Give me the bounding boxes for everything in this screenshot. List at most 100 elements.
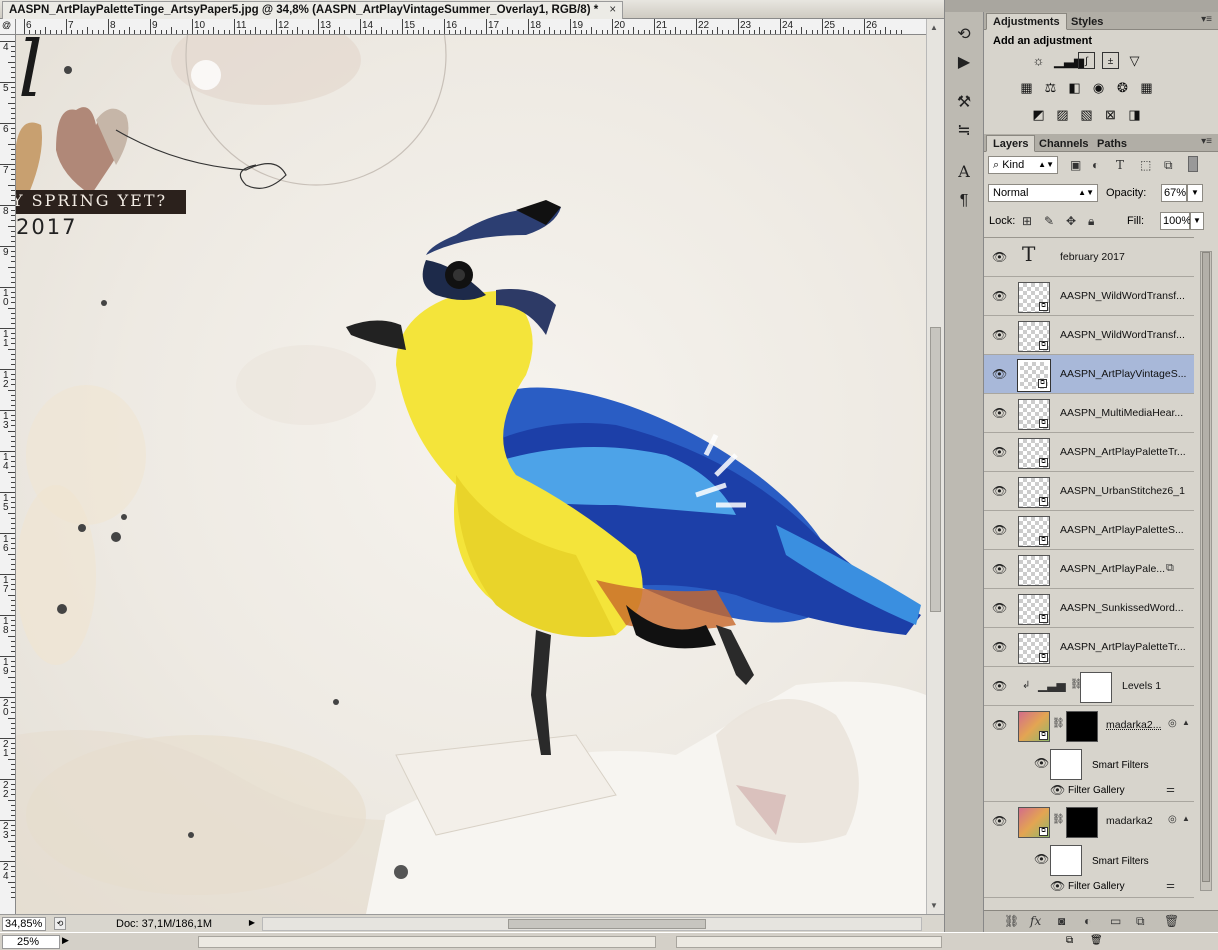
lock-position-icon[interactable]: ✥	[1066, 214, 1076, 228]
eye-icon[interactable]: 👁︎	[992, 484, 1007, 498]
layer-row[interactable]: 👁︎ ⧉ ⛓ madarka2 ◎ ▲ 👁︎ Smart Filters 👁︎ …	[984, 802, 1194, 898]
horizontal-ruler[interactable]: 6 7 8 9 10 11 12 13 14 15 16 17 18 19 20 21 22 23 24 25 26	[16, 19, 926, 35]
eye-icon[interactable]: 👁︎	[1034, 852, 1049, 866]
scroll-down-icon[interactable]: ▼	[930, 901, 938, 910]
eye-icon[interactable]: 👁︎	[992, 289, 1007, 303]
channel-mixer-icon[interactable]: ❂	[1114, 79, 1131, 96]
navigator-zoom-field[interactable]: 25%	[2, 935, 60, 949]
layers-scroll-track[interactable]	[1200, 251, 1212, 891]
opacity-dropdown-icon[interactable]: ▼	[1187, 184, 1203, 202]
invert-icon[interactable]: ◩	[1030, 106, 1047, 123]
eye-icon[interactable]: 👁︎	[992, 367, 1007, 381]
new-group-icon[interactable]: ▭	[1110, 914, 1121, 928]
layer-row[interactable]: 👁︎ ↲ ▁▃▅ ⛓ Levels 1	[984, 667, 1194, 706]
layer-row[interactable]: 👁︎ ⧉ AASPN_SunkissedWord...	[984, 589, 1194, 628]
navigator-slider[interactable]	[198, 936, 656, 948]
eye-icon[interactable]: 👁︎	[992, 601, 1007, 615]
levels-icon[interactable]: ▁▃▅	[1054, 52, 1084, 69]
history-icon[interactable]: ⟲	[953, 24, 975, 46]
curves-icon[interactable]: ∫	[1078, 52, 1095, 69]
brightness-icon[interactable]: ☼	[1030, 52, 1047, 69]
layers-scroll-thumb[interactable]	[1202, 252, 1210, 882]
brush-presets-icon[interactable]: ≒	[953, 120, 975, 142]
layer-row[interactable]: 👁︎ T february 2017	[984, 238, 1194, 277]
color-balance-icon[interactable]: ⚖	[1042, 79, 1059, 96]
doc-size-readout[interactable]: Doc: 37,1M/186,1M	[116, 917, 212, 931]
layer-row[interactable]: 👁︎ ⧉ AASPN_UrbanStitchez6_1	[984, 472, 1194, 511]
layer-row[interactable]: 👁︎ ⧉ AASPN_ArtPlayPaletteS...	[984, 511, 1194, 550]
strip-grip[interactable]	[945, 0, 985, 12]
new-document-icon[interactable]: ⧉	[1066, 935, 1073, 946]
eye-icon[interactable]: 👁︎	[1050, 879, 1065, 893]
eye-icon[interactable]: 👁︎	[992, 640, 1007, 654]
layers-menu-icon[interactable]: ▾≡	[1201, 136, 1212, 147]
vertical-scroll-thumb[interactable]	[930, 327, 941, 612]
actions-play-icon[interactable]: ▶	[953, 52, 975, 74]
eye-icon[interactable]: 👁︎	[992, 406, 1007, 420]
trash-icon[interactable]: 🗑︎	[1164, 914, 1179, 928]
eye-icon[interactable]: 👁︎	[992, 250, 1007, 264]
lock-transparent-icon[interactable]: ⊞	[1022, 214, 1032, 228]
layer-filter-kind[interactable]: ⌕ Kind ▲▼	[988, 156, 1058, 174]
new-adjustment-icon[interactable]: ◐	[1084, 914, 1091, 928]
eye-icon[interactable]: 👁︎	[992, 718, 1007, 732]
tab-styles[interactable]: Styles	[1064, 13, 1110, 30]
scroll-up-icon[interactable]: ▲	[930, 23, 938, 32]
horizontal-scroll-thumb[interactable]	[508, 919, 706, 929]
eye-icon[interactable]: 👁︎	[992, 445, 1007, 459]
filter-toggle[interactable]	[1188, 156, 1198, 172]
tab-adjustments[interactable]: Adjustments	[986, 13, 1067, 30]
layers-scrollbar[interactable]	[1194, 237, 1218, 908]
collapse-arrow-icon[interactable]: ▲	[1182, 718, 1190, 727]
paragraph-icon[interactable]: ¶	[953, 190, 975, 212]
filter-options-icon[interactable]: ⚌	[1166, 784, 1175, 795]
vertical-scrollbar[interactable]: ▲ ▼	[926, 19, 944, 914]
lock-all-icon[interactable]: 🔒︎	[1088, 214, 1094, 229]
opacity-input[interactable]: 67%	[1161, 184, 1187, 202]
tab-layers[interactable]: Layers	[986, 135, 1036, 152]
filter-options-icon[interactable]: ⚌	[1166, 880, 1175, 891]
layer-row[interactable]: 👁︎ ⧉ AASPN_ArtPlayPaletteTr...	[984, 628, 1194, 667]
selective-color-icon[interactable]: ⊠	[1102, 106, 1119, 123]
black-white-icon[interactable]: ◧	[1066, 79, 1083, 96]
fill-input[interactable]: 100%	[1160, 212, 1191, 230]
link-layers-icon[interactable]: ⛓	[1004, 914, 1019, 928]
eye-icon[interactable]: 👁︎	[1034, 756, 1049, 770]
hue-saturation-icon[interactable]: ▦	[1018, 79, 1035, 96]
lock-image-icon[interactable]: ✎	[1044, 214, 1054, 228]
gradient-map-icon[interactable]: ◨	[1126, 106, 1143, 123]
filter-pixel-icon[interactable]: ▣	[1070, 158, 1081, 172]
layer-row[interactable]: 👁︎ ⧉ ⛓ madarka2... ◎ ▲ 👁︎ Smart Filters …	[984, 706, 1194, 802]
panel-dock-grip[interactable]	[984, 0, 1218, 12]
close-tab-icon[interactable]: ×	[609, 4, 616, 16]
layer-row-selected[interactable]: 👁︎ ⧉ AASPN_ArtPlayVintageS...	[984, 355, 1194, 394]
zoom-arrow-icon[interactable]: ▶	[62, 935, 69, 946]
tab-channels[interactable]: Channels	[1032, 135, 1096, 152]
tab-paths[interactable]: Paths	[1090, 135, 1134, 152]
vibrance-icon[interactable]: ▽	[1126, 52, 1143, 69]
color-lookup-icon[interactable]: ▦	[1138, 79, 1155, 96]
layer-row[interactable]: 👁︎ ⧉ AASPN_MultiMediaHear...	[984, 394, 1194, 433]
collapse-arrow-icon[interactable]: ▲	[1182, 814, 1190, 823]
eye-icon[interactable]: 👁︎	[992, 679, 1007, 693]
blend-mode-select[interactable]: Normal ▲▼	[988, 184, 1098, 202]
status-info-icon[interactable]: ⟲	[54, 917, 66, 930]
eye-icon[interactable]: 👁︎	[992, 562, 1007, 576]
filter-shape-icon[interactable]: ⬚	[1140, 158, 1151, 172]
eye-icon[interactable]: 👁︎	[1050, 783, 1065, 797]
eye-icon[interactable]: 👁︎	[992, 523, 1007, 537]
eye-icon[interactable]: 👁︎	[992, 328, 1007, 342]
threshold-icon[interactable]: ▧	[1078, 106, 1095, 123]
posterize-icon[interactable]: ▨	[1054, 106, 1071, 123]
vertical-ruler[interactable]: 4 5 6 7 8 9 10 11 12 13 14 15 16 17 18 19 20 21 22 23 24	[0, 35, 16, 914]
layer-row[interactable]: 👁︎ ⧉ AASPN_ArtPlayPaletteTr...	[984, 433, 1194, 472]
filter-type-icon[interactable]: T	[1116, 158, 1124, 172]
secondary-slider[interactable]	[676, 936, 942, 948]
horizontal-scrollbar[interactable]	[262, 917, 922, 931]
layer-row[interactable]: 👁︎ ⧉ AASPN_WildWordTransf...	[984, 277, 1194, 316]
delete-state-icon[interactable]: 🗑︎	[1090, 935, 1103, 946]
eye-icon[interactable]: 👁︎	[992, 814, 1007, 828]
new-layer-icon[interactable]: ⧉	[1136, 914, 1145, 929]
layer-row[interactable]: 👁︎ AASPN_ArtPlayPale... ⧉	[984, 550, 1194, 589]
document-canvas[interactable]: l Y SPRING YET? 2017	[16, 35, 926, 914]
